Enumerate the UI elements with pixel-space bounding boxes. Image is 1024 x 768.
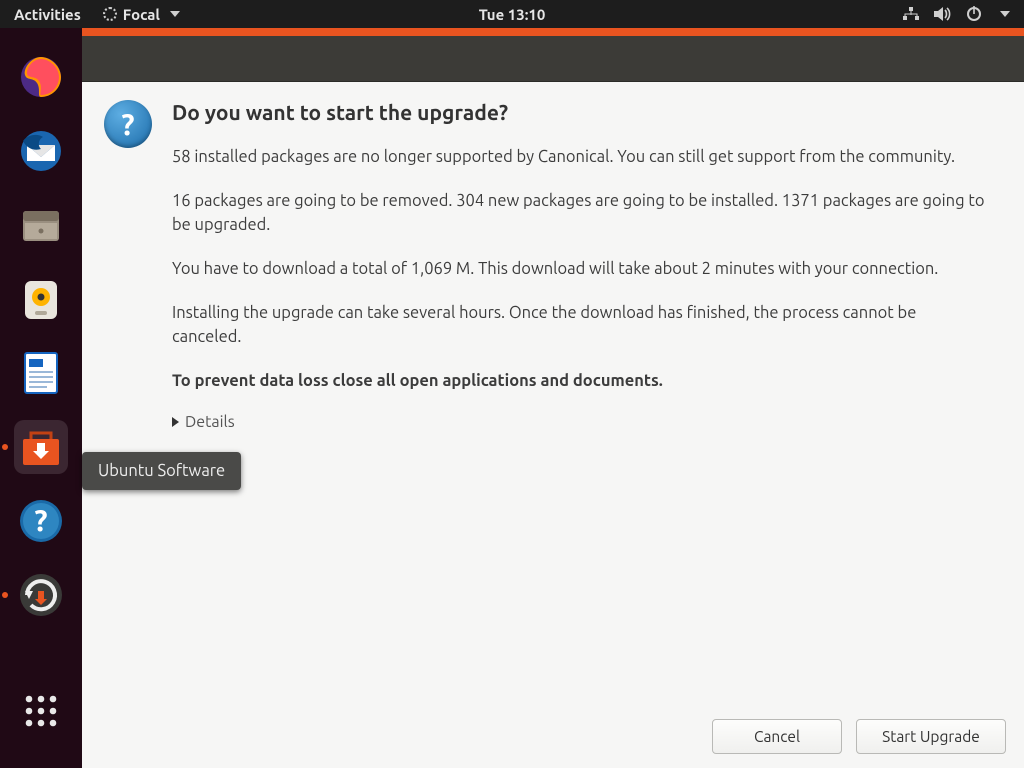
running-indicator [2,592,8,598]
question-icon: ? [104,100,152,148]
chevron-down-icon [170,11,180,17]
start-upgrade-button[interactable]: Start Upgrade [856,719,1006,754]
focal-icon [103,7,117,21]
dialog-text-unsupported: 58 installed packages are no longer supp… [172,146,988,170]
cancel-button[interactable]: Cancel [712,719,842,754]
power-icon[interactable] [966,6,982,22]
dialog-text-download: You have to download a total of 1,069 M.… [172,258,988,282]
dock-tooltip: Ubuntu Software [82,452,241,490]
activities-button[interactable]: Activities [0,6,95,23]
chevron-down-icon[interactable] [1000,11,1010,17]
dock-item-thunderbird[interactable] [14,124,68,178]
dialog-heading: Do you want to start the upgrade? [172,100,988,124]
show-applications-button[interactable] [14,684,68,738]
dock-item-firefox[interactable] [14,50,68,104]
dialog-text-install: Installing the upgrade can take several … [172,302,988,350]
chevron-right-icon [172,417,179,427]
dock-item-help[interactable]: ? [14,494,68,548]
dock-item-rhythmbox[interactable] [14,272,68,326]
dialog-text-packages: 16 packages are going to be removed. 304… [172,190,988,238]
window-titlebar[interactable] [82,36,1024,82]
network-icon[interactable] [902,7,920,21]
app-menu-label: Focal [123,6,160,23]
app-menu[interactable]: Focal [95,6,188,23]
top-bar: Activities Focal Tue 13:10 [0,0,1024,28]
running-indicator [2,444,8,450]
details-label: Details [185,413,235,431]
svg-text:?: ? [34,503,47,537]
dialog-button-bar: Cancel Start Upgrade [82,705,1024,768]
dock-item-files[interactable] [14,198,68,252]
accent-bar [82,28,1024,36]
dock-item-updater[interactable] [14,568,68,622]
dock-item-software[interactable] [14,420,68,474]
upgrade-dialog: ? Do you want to start the upgrade? 58 i… [82,36,1024,768]
details-expander[interactable]: Details [172,413,988,431]
dock-item-writer[interactable] [14,346,68,400]
dock: ? [0,28,82,768]
dialog-text-warning: To prevent data loss close all open appl… [172,370,988,394]
clock[interactable]: Tue 13:10 [479,6,546,23]
volume-icon[interactable] [934,7,952,21]
